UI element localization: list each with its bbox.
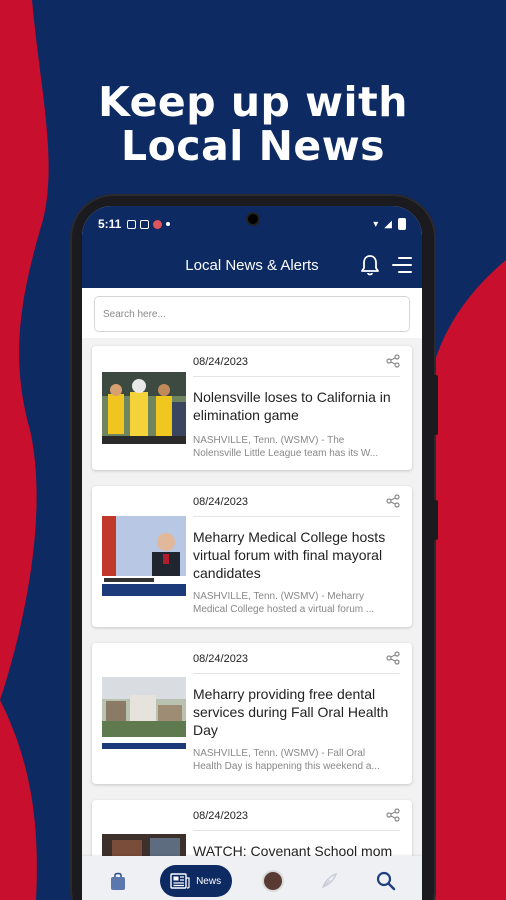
article-date: 08/24/2023 xyxy=(193,496,249,508)
shopping-bag-icon xyxy=(111,872,126,890)
article-date: 08/24/2023 xyxy=(193,653,249,665)
nav-news[interactable]: News xyxy=(159,865,232,897)
article-summary: Medical College hosted a virtual forum .… xyxy=(193,604,375,615)
share-icon[interactable] xyxy=(386,354,400,368)
article-summary: NASHVILLE, Tenn. (WSMV) - Fall Oral xyxy=(193,748,366,759)
nav-search[interactable] xyxy=(371,866,401,896)
nav-shop[interactable] xyxy=(103,866,133,896)
news-card[interactable]: 08/24/2023 Meharry providing free dental… xyxy=(92,643,412,784)
gallery-icon xyxy=(140,219,150,229)
article-date: 08/24/2023 xyxy=(193,356,249,368)
share-icon[interactable] xyxy=(386,651,400,665)
feather-icon xyxy=(322,872,338,889)
news-card[interactable]: 08/24/2023 Meharry Medical College hosts… xyxy=(92,486,412,627)
article-title: Meharry Medical College hosts virtual fo… xyxy=(193,529,386,581)
nav-profile[interactable] xyxy=(258,866,288,896)
status-bar: 5:11 ▾ ◢ xyxy=(82,206,422,242)
app-header: Local News & Alerts xyxy=(82,242,422,288)
article-thumbnail xyxy=(102,677,186,749)
article-summary: NASHVILLE, Tenn. (WSMV) - Meharry xyxy=(193,591,364,602)
card-divider xyxy=(193,830,400,831)
promo-line-1: Keep up with xyxy=(98,78,408,126)
nav-feather[interactable] xyxy=(314,866,344,896)
article-summary: NASHVILLE, Tenn. (WSMV) - The xyxy=(193,435,345,446)
signal-icon: ◢ xyxy=(384,218,392,230)
more-notifications-icon xyxy=(166,222,171,226)
search-bar xyxy=(82,288,422,338)
search-input[interactable] xyxy=(94,296,410,332)
article-title: Nolensville loses to California in elimi… xyxy=(193,389,391,423)
article-thumbnail xyxy=(102,372,186,444)
notification-icon xyxy=(127,219,137,229)
card-divider xyxy=(193,376,400,377)
card-divider xyxy=(193,673,400,674)
article-date: 08/24/2023 xyxy=(193,810,249,822)
wifi-icon: ▾ xyxy=(373,218,379,230)
article-title: Meharry providing free dental services d… xyxy=(193,686,389,738)
article-summary: Health Day is happening this weekend a..… xyxy=(193,761,380,772)
app-notification-icon xyxy=(153,219,163,229)
phone-side-button xyxy=(432,500,438,540)
share-icon[interactable] xyxy=(386,808,400,822)
share-icon[interactable] xyxy=(386,494,400,508)
bell-icon[interactable] xyxy=(360,254,380,276)
promo-headline: Keep up with Local News xyxy=(0,80,506,168)
app-title: Local News & Alerts xyxy=(185,256,319,274)
avatar xyxy=(261,870,284,892)
nav-news-label: News xyxy=(196,875,222,887)
search-icon xyxy=(376,871,395,891)
card-divider xyxy=(193,516,400,517)
article-thumbnail xyxy=(102,516,186,596)
app-screen: 5:11 ▾ ◢ Local News & Alerts 08/24/2023 xyxy=(82,206,422,900)
bottom-navigation: News xyxy=(82,856,422,900)
phone-side-button xyxy=(432,375,438,435)
front-camera xyxy=(246,212,260,226)
promo-line-2: Local News xyxy=(121,122,385,170)
article-summary: Nolensville Little League team has its W… xyxy=(193,448,379,459)
news-feed: 08/24/2023 Nolensville loses to Californ… xyxy=(82,338,422,900)
status-time: 5:11 xyxy=(98,217,122,231)
menu-icon[interactable] xyxy=(392,257,412,273)
news-card[interactable]: 08/24/2023 Nolensville loses to Californ… xyxy=(92,346,412,470)
battery-icon xyxy=(398,218,406,230)
newspaper-icon xyxy=(170,873,190,889)
